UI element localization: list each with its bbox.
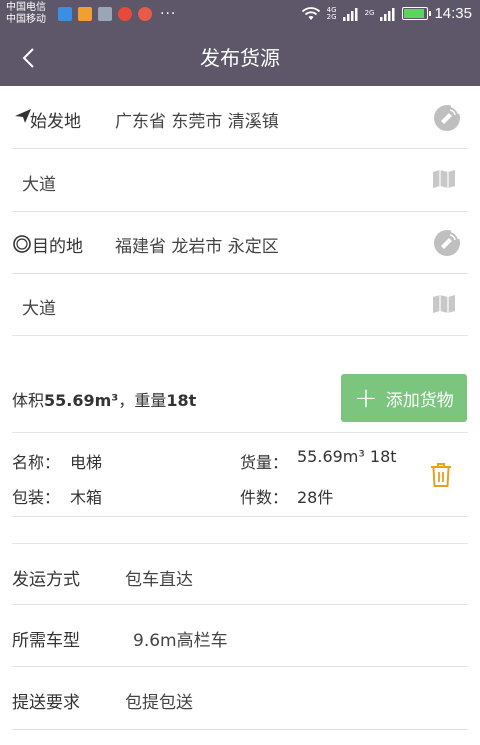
status-bar: 中国电信 中国移动 ··· 4G 2G 2G 14:35	[0, 0, 480, 30]
destination-address-row[interactable]: 大道	[12, 274, 468, 336]
cargo-name-label: 名称：	[12, 453, 61, 472]
nav-bar: 发布货源	[0, 30, 480, 86]
cargo-pack-label: 包装：	[12, 488, 61, 507]
summary-separator: ，	[118, 391, 135, 410]
cargo-count-label: 件数：	[240, 488, 289, 507]
cargo-name-value: 电梯	[70, 453, 103, 472]
vehicle-type-value: 9.6m高栏车	[133, 631, 228, 651]
shipping-method-label: 发运方式	[12, 570, 80, 590]
cargo-qty-label: 货量：	[240, 453, 289, 472]
network-type: 4G 2G	[326, 6, 337, 21]
network-type-2: 2G	[365, 10, 375, 17]
cargo-count-value: 28件	[297, 488, 334, 507]
add-cargo-button[interactable]: + 添加货物	[341, 374, 467, 422]
origin-label: 始发地	[30, 112, 81, 132]
signal-icon-2	[380, 7, 395, 21]
wifi-icon	[301, 6, 320, 20]
carrier-2: 中国移动	[6, 14, 46, 25]
app-notify-icon	[58, 7, 72, 21]
locate-icon[interactable]	[432, 228, 462, 258]
carrier-1: 中国电信	[6, 2, 46, 13]
signal-icon	[342, 7, 358, 21]
origin-address-value: 大道	[22, 175, 56, 195]
net2-label: 2G	[364, 9, 375, 17]
origin-address-row[interactable]: 大道	[12, 149, 468, 212]
map-icon[interactable]	[432, 169, 456, 189]
trash-icon[interactable]	[430, 462, 452, 488]
clock: 14:35	[434, 5, 472, 22]
weibo-notify-icon	[118, 7, 132, 21]
delivery-requirement-value: 包提包送	[125, 693, 193, 713]
target-circle-icon	[13, 235, 31, 253]
battery-icon	[402, 7, 432, 20]
image-notify-icon	[98, 7, 112, 21]
shipping-method-row[interactable]: 发运方式 包车直达	[12, 543, 468, 605]
destination-region-row[interactable]: 目的地 福建省 龙岩市 永定区	[12, 212, 468, 274]
notification-icons: ···	[58, 7, 176, 21]
volume-value: 55.69m³	[44, 391, 119, 410]
block-notify-icon	[138, 7, 152, 21]
status-right: 4G 2G 2G 14:35	[301, 5, 472, 22]
vehicle-type-label: 所需车型	[12, 631, 80, 651]
page-title: 发布货源	[200, 46, 280, 70]
destination-region-value: 福建省 龙岩市 永定区	[115, 237, 279, 257]
cargo-summary: 体积55.69m³，重量18t	[12, 387, 196, 411]
origin-region-value: 广东省 东莞市 清溪镇	[115, 112, 279, 132]
volume-label: 体积	[12, 391, 45, 410]
vehicle-type-row[interactable]: 所需车型 9.6m高栏车	[12, 605, 468, 667]
app-notify-icon	[78, 7, 92, 21]
cargo-qty-value: 55.69m³ 18t	[297, 447, 397, 466]
net-2g: 2G	[326, 12, 337, 21]
more-notifications: ···	[160, 6, 177, 22]
carrier-info: 中国电信 中国移动	[6, 2, 46, 26]
origin-region-row[interactable]: 始发地 广东省 东莞市 清溪镇	[12, 86, 468, 149]
cargo-pack-value: 木箱	[70, 488, 103, 507]
shipping-method-value: 包车直达	[125, 570, 193, 590]
map-icon[interactable]	[432, 294, 456, 314]
destination-address-value: 大道	[22, 299, 56, 319]
add-cargo-label: 添加货物	[385, 390, 454, 411]
weight-value: 18t	[166, 391, 197, 410]
plus-icon: +	[354, 381, 378, 414]
cargo-item: 名称： 电梯 货量： 55.69m³ 18t 包装： 木箱 件数： 28件	[12, 432, 468, 517]
locate-icon[interactable]	[432, 103, 462, 133]
weight-label: 重量	[134, 391, 167, 410]
delivery-requirement-label: 提送要求	[12, 693, 80, 713]
destination-label: 目的地	[32, 237, 83, 257]
delivery-requirement-row[interactable]: 提送要求 包提包送	[12, 667, 468, 730]
